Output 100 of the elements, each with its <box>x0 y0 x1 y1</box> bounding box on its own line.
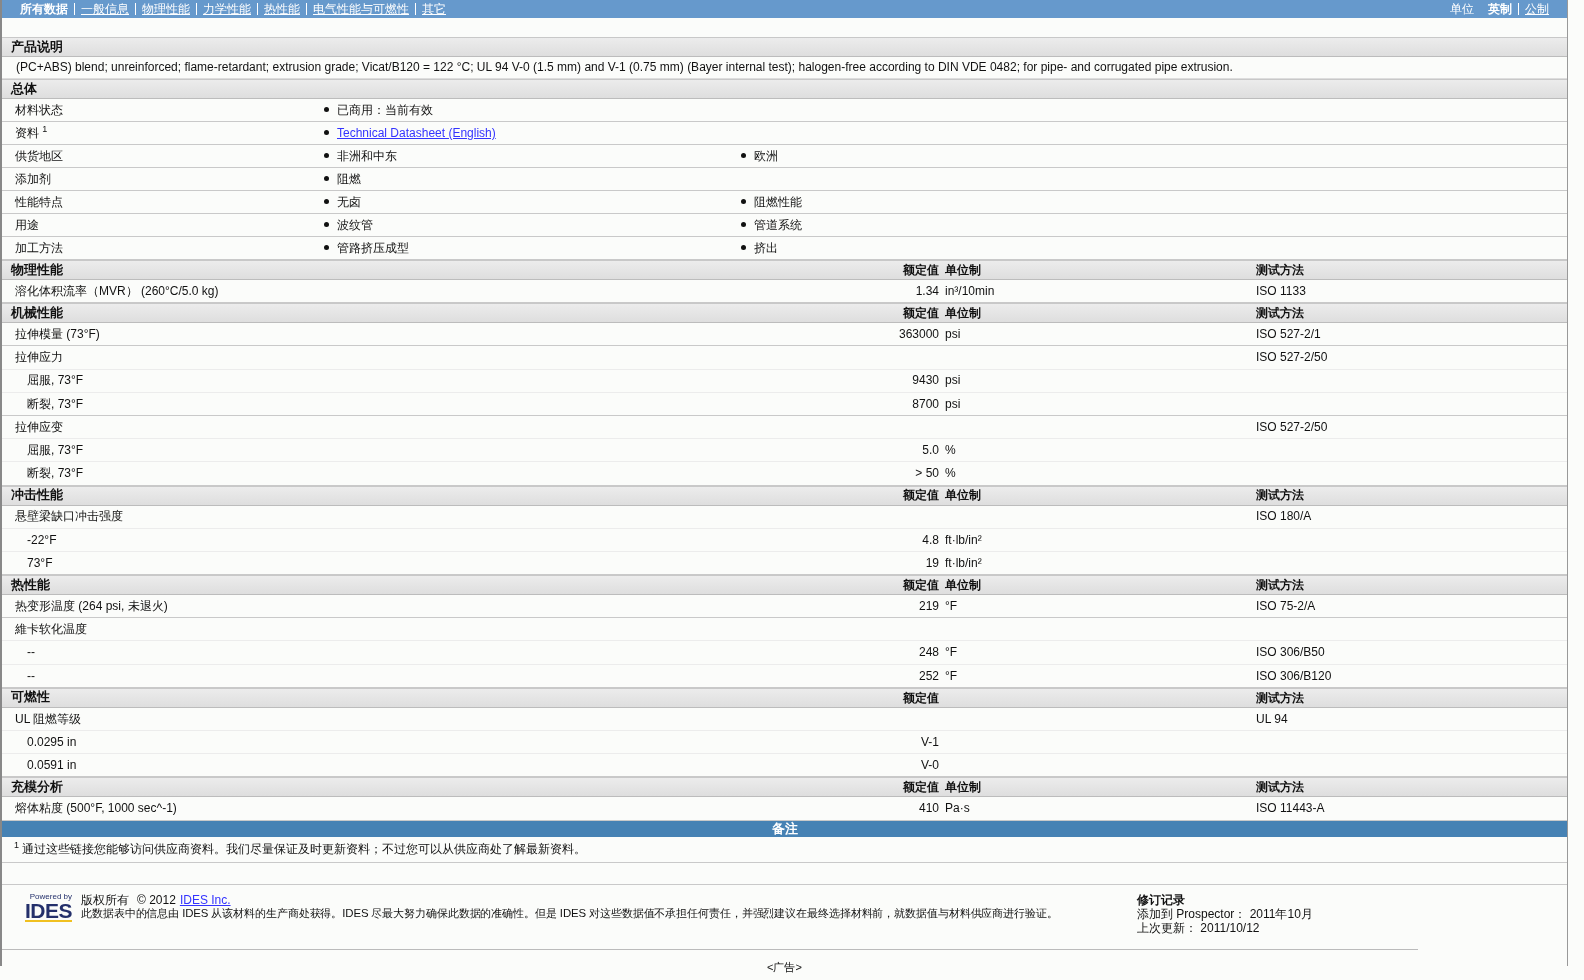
test-method: ISO 180/A <box>1255 509 1313 524</box>
bullet-icon <box>741 245 746 251</box>
section-title: 充模分析 <box>10 779 64 795</box>
property-value: 410 <box>918 801 939 816</box>
property-label: 拉伸应变 <box>14 419 64 435</box>
row-label: 资料 $^{1}$ <box>14 125 49 141</box>
section-title: 机械性能 <box>9 305 64 321</box>
property-unit: Pa·s <box>944 801 971 816</box>
property-unit: psi <box>944 327 962 342</box>
row-value: 挤出 <box>754 240 778 256</box>
property-value: 1.34 <box>915 283 939 299</box>
property-unit: °F <box>944 598 959 614</box>
property-value: 8700 <box>912 396 939 412</box>
column-header: 单位制 <box>944 577 982 593</box>
row-value: 阻燃性能 <box>754 194 802 210</box>
property-label: 維卡软化温度 <box>14 622 88 637</box>
description-text: (PC+ABS) blend; unreinforced; flame-retardant; extrusion grade; Vicat/B120 = 122 °C; UL 94 V-0 (1.5 mm) and V-1 (0.75 mm) (Bayer internal test); halogen-free according to DIN VDE 0482; for pipe- and corrugated pipe extrusion. <box>16 60 1233 75</box>
property-unit: in³/10min <box>944 283 996 299</box>
property-label: 断裂, 73°F <box>26 396 85 412</box>
column-header: 额定值 <box>903 780 939 795</box>
unit-system-link[interactable]: 英制 <box>1482 3 1518 15</box>
row-value: 非洲和中东 <box>337 148 397 164</box>
row-value: 波纹管 <box>337 217 373 233</box>
test-method: ISO 11443-A <box>1255 801 1326 816</box>
added-date: 添加到 Prospector： 2011年10月 <box>1137 906 1313 922</box>
property-value: 5.0 <box>922 443 939 458</box>
row-label: 供货地区 <box>14 148 64 164</box>
bullet-icon <box>324 107 329 113</box>
revision-title: 修订记录 <box>1137 892 1186 907</box>
row-value: 管路挤压成型 <box>337 240 409 256</box>
column-header: 单位制 <box>944 780 982 795</box>
property-label: 断裂, 73°F <box>26 466 85 481</box>
nav-tab[interactable]: 热性能 <box>257 3 306 15</box>
property-label: 屈服, 73°F <box>26 443 85 458</box>
nav-tab[interactable]: 其它 <box>415 3 452 15</box>
section-title: 冲击性能 <box>10 488 64 503</box>
bullet-icon <box>324 245 329 251</box>
property-label: 73°F <box>26 555 54 571</box>
row-label: 加工方法 <box>14 240 64 256</box>
column-header: 额定值 <box>903 306 939 321</box>
logo-caption: Powered by <box>29 892 72 901</box>
property-value: V-0 <box>921 758 939 773</box>
nav-tab[interactable]: 电气性能与可燃性 <box>306 3 415 15</box>
property-unit: psi <box>944 373 962 388</box>
test-method: ISO 527-2/50 <box>1255 419 1329 435</box>
bullet-icon <box>741 222 746 228</box>
property-label: -- <box>26 668 36 683</box>
property-label: 热变形温度 (264 psi, 未退火) <box>14 598 169 614</box>
test-method: ISO 306/B50 <box>1255 645 1326 660</box>
copyright-year: © 2012 <box>137 892 176 907</box>
row-label: 用途 <box>14 217 40 233</box>
column-header: 单位制 <box>944 488 982 503</box>
column-header: 测试方法 <box>1255 306 1305 321</box>
column-header: 额定值 <box>903 577 939 593</box>
row-value: 欧洲 <box>754 148 778 164</box>
row-value: 阻燃 <box>337 171 361 187</box>
test-method: ISO 527-2/50 <box>1255 350 1329 365</box>
property-value: > 50 <box>915 466 939 481</box>
row-value: 已商用：当前有效 <box>337 102 433 118</box>
copyright-label: 版权所有 <box>81 892 129 907</box>
property-label: 拉伸应力 <box>14 350 64 365</box>
bullet-icon <box>324 199 329 205</box>
property-unit: % <box>944 466 957 481</box>
test-method: ISO 1133 <box>1255 283 1307 299</box>
test-method: ISO 527-2/1 <box>1255 327 1322 342</box>
property-value: 252 <box>918 668 939 683</box>
property-label: -22°F <box>26 532 58 547</box>
row-label: 材料状态 <box>14 102 64 118</box>
column-header: 单位制 <box>944 262 982 278</box>
property-unit: °F <box>944 645 959 660</box>
bullet-icon <box>324 153 329 159</box>
property-label: -- <box>26 645 36 660</box>
property-label: 屈服, 73°F <box>26 373 85 388</box>
property-label: 0.0295 in <box>26 734 78 750</box>
property-label: 悬壁梁缺口冲击强度 <box>14 509 124 524</box>
row-value: 无卤 <box>337 194 361 210</box>
property-value: 219 <box>918 598 939 614</box>
bullet-icon <box>741 153 746 159</box>
column-header: 额定值 <box>903 262 939 278</box>
property-label: 拉伸模量 (73°F) <box>14 327 101 342</box>
nav-tab[interactable]: 一般信息 <box>74 3 135 15</box>
column-header: 测试方法 <box>1255 780 1305 795</box>
property-value: 4.8 <box>922 532 939 547</box>
nav-tab[interactable]: 所有数据 <box>14 3 74 15</box>
company-link[interactable]: IDES Inc. <box>179 892 231 907</box>
column-header: 测试方法 <box>1255 488 1305 503</box>
section-title: 产品说明 <box>10 39 64 55</box>
bullet-icon <box>741 199 746 205</box>
nav-tab[interactable]: 力学性能 <box>196 3 257 15</box>
column-header: 额定值 <box>903 690 939 705</box>
property-value: 9430 <box>912 373 939 388</box>
datasheet-link[interactable]: Technical Datasheet (English) <box>337 125 496 141</box>
bullet-icon <box>324 176 329 182</box>
row-label: 性能特点 <box>14 194 64 210</box>
property-value: 363000 <box>898 327 939 342</box>
property-unit: ft·lb/in² <box>944 555 983 571</box>
unit-system-link[interactable]: 公制 <box>1518 3 1555 15</box>
property-value: 248 <box>918 645 939 660</box>
nav-tab[interactable]: 物理性能 <box>135 3 196 15</box>
updated-date: 上次更新： 2011/10/12 <box>1137 921 1261 936</box>
